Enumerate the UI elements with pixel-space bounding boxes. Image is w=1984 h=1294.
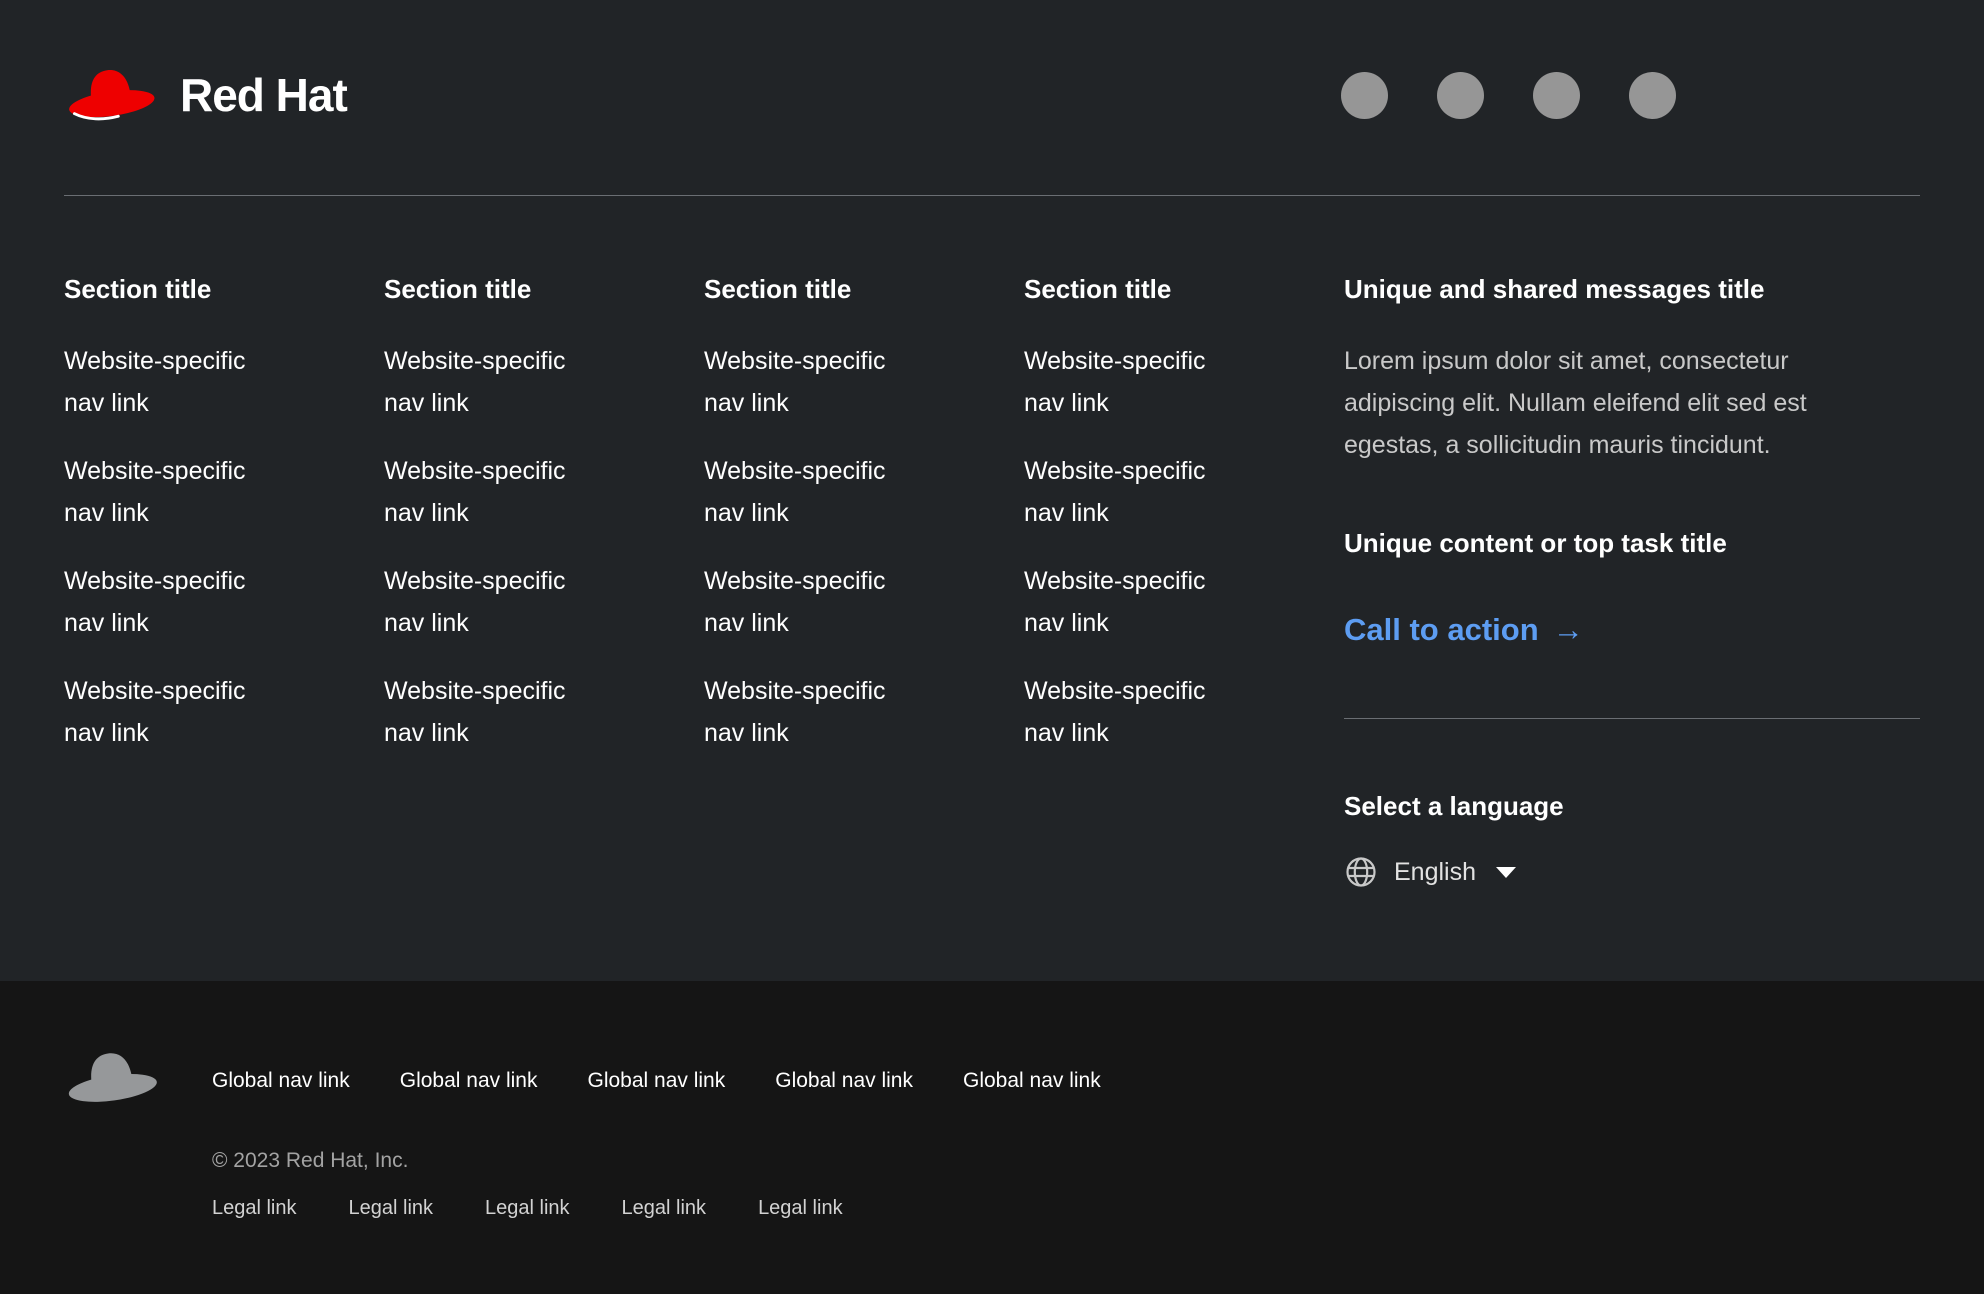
legal-link[interactable]: Legal link: [758, 1197, 843, 1220]
language-title: Select a language: [1344, 789, 1920, 823]
nav-link[interactable]: Website-specific nav link: [704, 560, 924, 644]
nav-link[interactable]: Website-specific nav link: [384, 340, 604, 424]
nav-column-1: Section title Website-specific nav link …: [64, 272, 384, 889]
nav-link[interactable]: Website-specific nav link: [1024, 670, 1244, 754]
global-nav-link[interactable]: Global nav link: [775, 1069, 913, 1093]
chevron-down-icon: [1496, 867, 1516, 878]
top-task-title: Unique content or top task title: [1344, 526, 1920, 560]
footer-main-section: Red Hat Section title Website-specific n…: [0, 0, 1984, 981]
global-footer: Global nav link Global nav link Global n…: [0, 981, 1984, 1294]
globe-icon: [1344, 855, 1378, 889]
global-nav: Global nav link Global nav link Global n…: [212, 1069, 1101, 1093]
info-column: Unique and shared messages title Lorem i…: [1344, 272, 1920, 889]
global-nav-link[interactable]: Global nav link: [400, 1069, 538, 1093]
legal-link[interactable]: Legal link: [485, 1197, 570, 1220]
header-divider: [64, 195, 1920, 196]
legal-link[interactable]: Legal link: [212, 1197, 297, 1220]
info-divider: [1344, 718, 1920, 719]
section-title: Section title: [64, 272, 384, 306]
nav-link[interactable]: Website-specific nav link: [1024, 560, 1244, 644]
brand-wordmark: Red Hat: [180, 68, 347, 122]
nav-link[interactable]: Website-specific nav link: [64, 670, 284, 754]
nav-column-2: Section title Website-specific nav link …: [384, 272, 704, 889]
messages-body: Lorem ipsum dolor sit amet, consectetur …: [1344, 340, 1864, 466]
gray-fedora-icon: [64, 1045, 160, 1113]
nav-link[interactable]: Website-specific nav link: [64, 450, 284, 534]
nav-link[interactable]: Website-specific nav link: [384, 450, 604, 534]
social-icon-placeholder-4[interactable]: [1629, 72, 1676, 119]
nav-column-3: Section title Website-specific nav link …: [704, 272, 1024, 889]
red-hat-fedora-icon: [64, 63, 158, 127]
nav-link[interactable]: Website-specific nav link: [384, 670, 604, 754]
legal-link[interactable]: Legal link: [349, 1197, 434, 1220]
call-to-action-label: Call to action: [1344, 612, 1539, 648]
legal-link[interactable]: Legal link: [622, 1197, 707, 1220]
nav-link[interactable]: Website-specific nav link: [64, 340, 284, 424]
social-icons: [1341, 72, 1676, 119]
red-hat-footer: Red Hat Section title Website-specific n…: [0, 0, 1984, 1294]
section-title: Section title: [1024, 272, 1344, 306]
nav-link[interactable]: Website-specific nav link: [704, 670, 924, 754]
nav-column-4: Section title Website-specific nav link …: [1024, 272, 1344, 889]
legal-nav: Legal link Legal link Legal link Legal l…: [212, 1197, 1101, 1220]
arrow-right-icon: →: [1553, 612, 1584, 648]
social-icon-placeholder-3[interactable]: [1533, 72, 1580, 119]
nav-link[interactable]: Website-specific nav link: [384, 560, 604, 644]
section-title: Section title: [384, 272, 704, 306]
footer-columns: Section title Website-specific nav link …: [64, 272, 1920, 889]
global-nav-link[interactable]: Global nav link: [212, 1069, 350, 1093]
social-icon-placeholder-1[interactable]: [1341, 72, 1388, 119]
copyright-notice: © 2023 Red Hat, Inc.: [212, 1149, 1101, 1173]
red-hat-logo[interactable]: Red Hat: [64, 63, 347, 127]
nav-link[interactable]: Website-specific nav link: [704, 340, 924, 424]
nav-link[interactable]: Website-specific nav link: [64, 560, 284, 644]
nav-link[interactable]: Website-specific nav link: [1024, 450, 1244, 534]
social-icon-placeholder-2[interactable]: [1437, 72, 1484, 119]
language-selector[interactable]: English: [1344, 855, 1516, 889]
brand-row: Red Hat: [64, 63, 1920, 127]
section-title: Section title: [704, 272, 1024, 306]
nav-link[interactable]: Website-specific nav link: [704, 450, 924, 534]
nav-link[interactable]: Website-specific nav link: [1024, 340, 1244, 424]
call-to-action-link[interactable]: Call to action →: [1344, 612, 1584, 648]
messages-title: Unique and shared messages title: [1344, 272, 1920, 306]
global-nav-link[interactable]: Global nav link: [588, 1069, 726, 1093]
global-footer-content: Global nav link Global nav link Global n…: [212, 1043, 1101, 1220]
global-nav-link[interactable]: Global nav link: [963, 1069, 1101, 1093]
language-value: English: [1394, 858, 1476, 887]
